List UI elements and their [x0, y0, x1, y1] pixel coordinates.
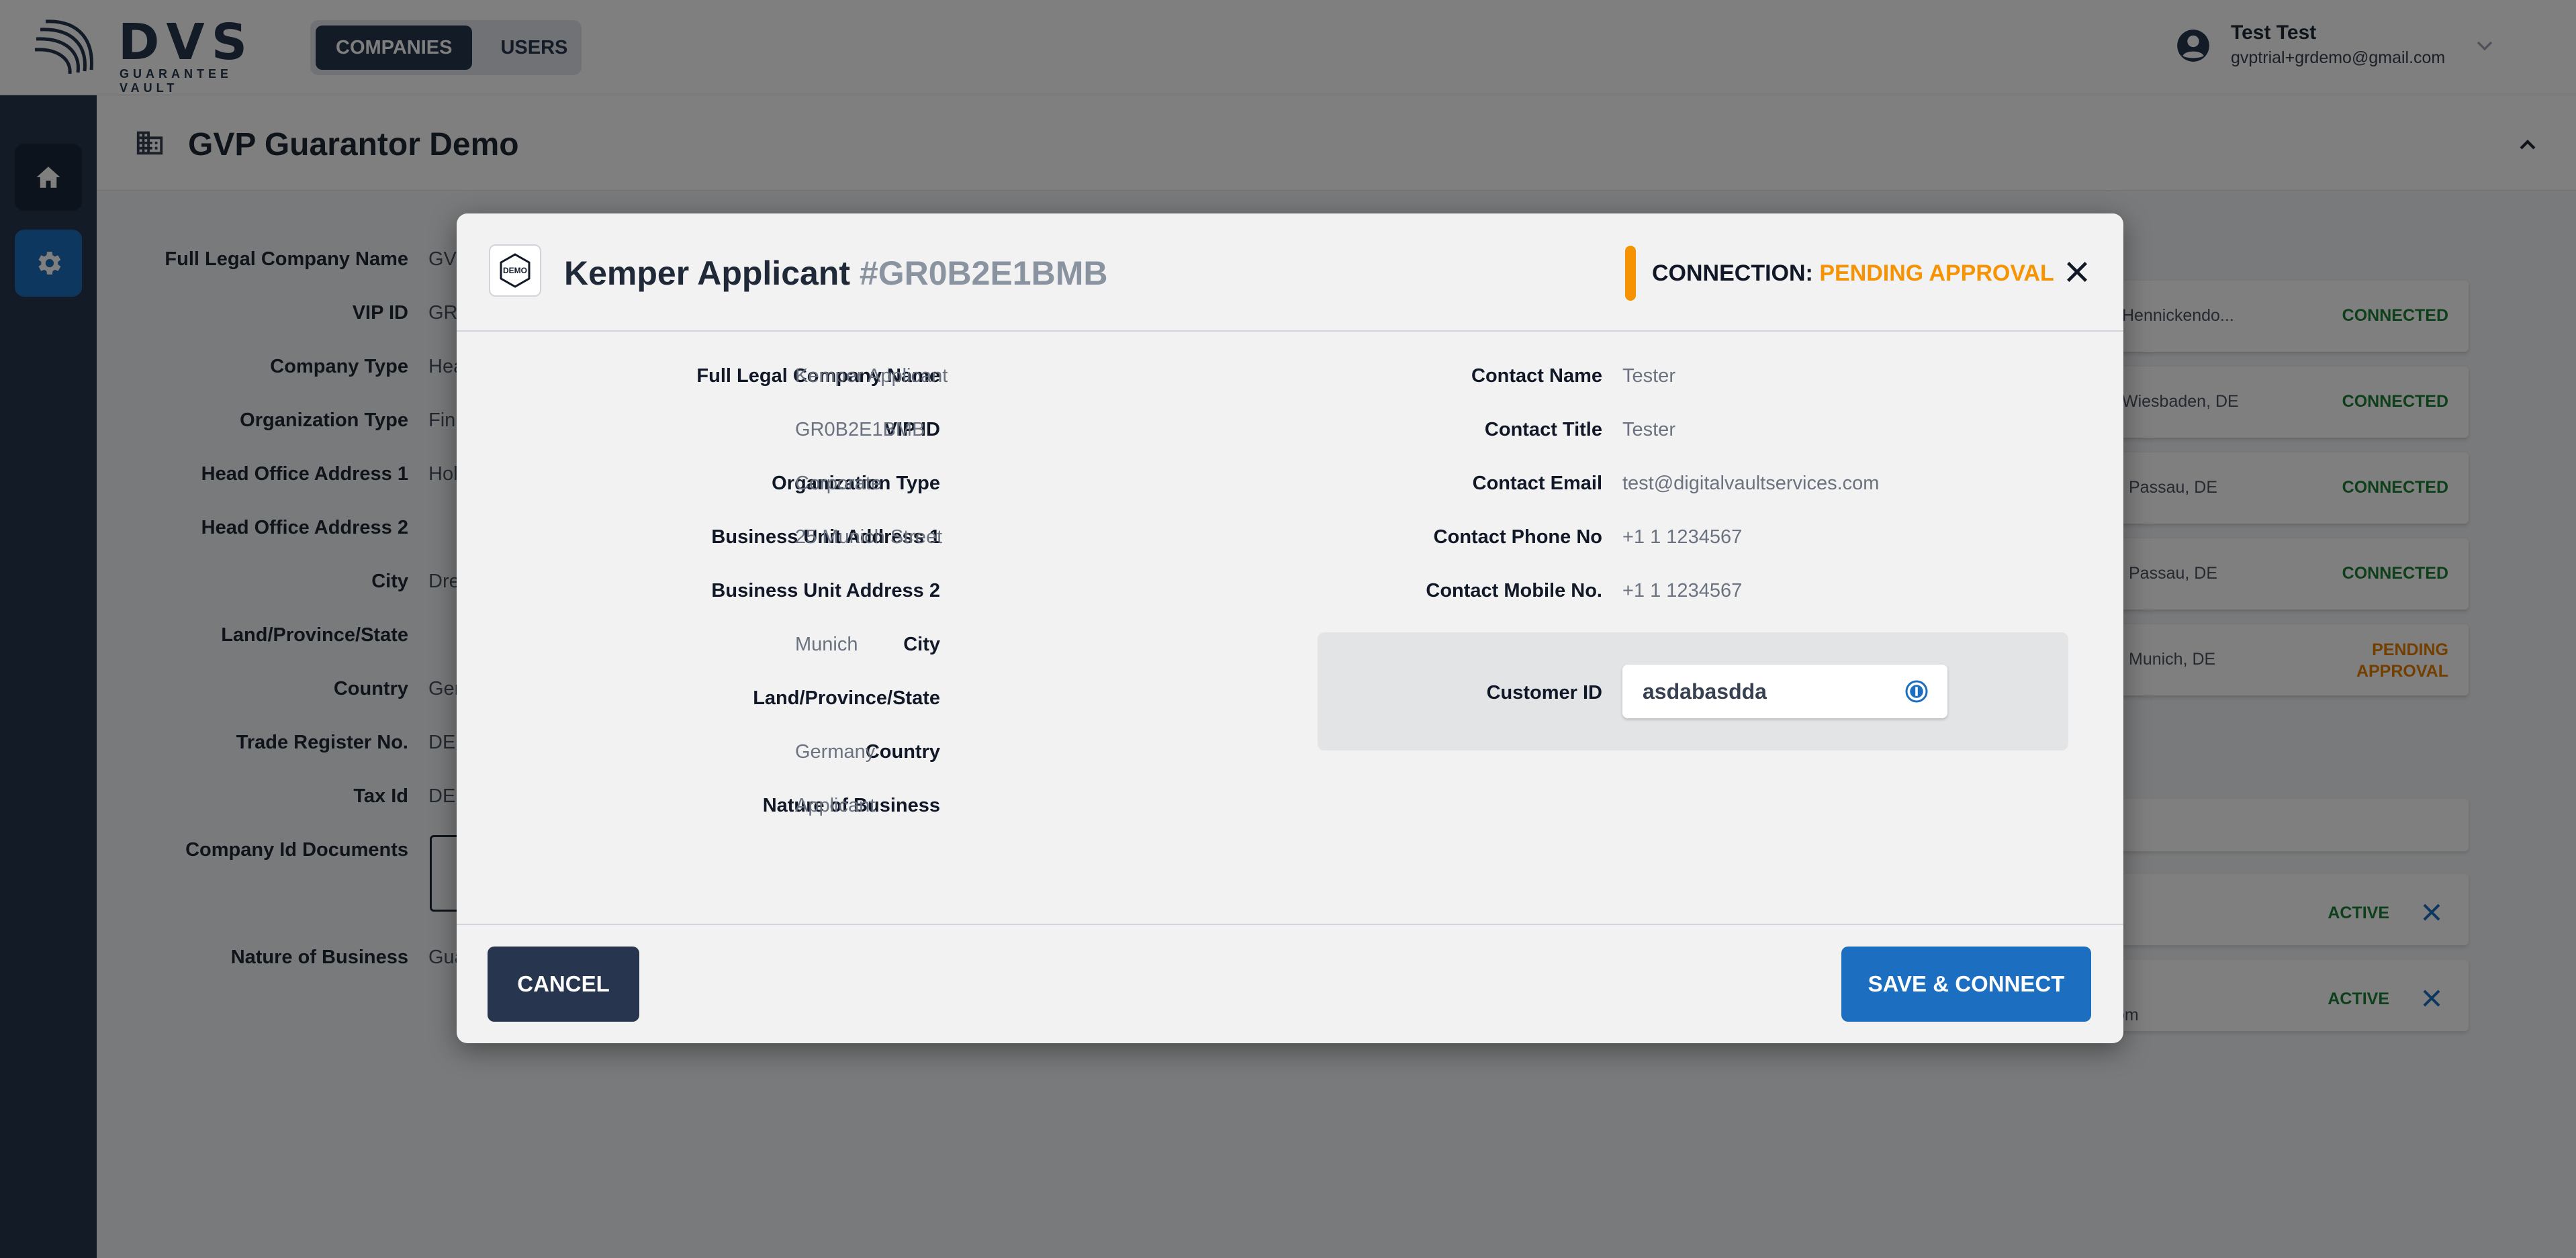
- customer-id-panel: Customer ID asdabasdda: [1318, 632, 2068, 751]
- field-value: Tester: [1622, 419, 1675, 440]
- field-label: Land/Province/State: [753, 687, 940, 709]
- demo-badge-text: DEMO: [503, 266, 527, 275]
- field-value: test@digitalvaultservices.com: [1622, 473, 1880, 494]
- field-value: +1 1 1234567: [1622, 580, 1743, 601]
- company-logo: DEMO: [489, 244, 541, 297]
- field-value: Applicant: [795, 795, 876, 816]
- modal-footer: CANCEL SAVE & CONNECT: [457, 924, 2123, 1043]
- modal-title: Kemper Applicant #GR0B2E1BMB: [564, 254, 1107, 293]
- field-label: City: [903, 634, 940, 655]
- connection-status-value: PENDING APPROVAL: [1819, 260, 2054, 286]
- field-value: Germany: [795, 741, 876, 763]
- modal-header: DEMO Kemper Applicant #GR0B2E1BMB CONNEC…: [457, 213, 2123, 332]
- field-value: Tester: [1622, 365, 1675, 387]
- field-label: Contact Mobile No.: [1426, 580, 1602, 601]
- connection-status-bar: [1625, 246, 1636, 301]
- save-and-connect-button[interactable]: SAVE & CONNECT: [1841, 947, 2091, 1022]
- modal-vip-id: #GR0B2E1BMB: [859, 254, 1108, 292]
- connect-company-modal: DEMO Kemper Applicant #GR0B2E1BMB CONNEC…: [457, 213, 2123, 1043]
- field-label: Contact Email: [1472, 473, 1602, 494]
- field-label: Contact Name: [1471, 365, 1602, 387]
- field-value: Munich: [795, 634, 858, 655]
- field-label: Contact Title: [1484, 419, 1602, 440]
- close-icon: [2067, 262, 2087, 282]
- modal-company-name: Kemper Applicant: [564, 254, 851, 292]
- field-label: Contact Phone No: [1433, 526, 1602, 548]
- connection-status-label: CONNECTION:: [1652, 260, 1813, 286]
- field-value: +1 1 1234567: [1622, 526, 1743, 548]
- cancel-button[interactable]: CANCEL: [488, 947, 639, 1022]
- password-manager-icon[interactable]: [1904, 679, 1929, 704]
- customer-id-label: Customer ID: [1486, 682, 1602, 704]
- close-button[interactable]: [2060, 255, 2094, 289]
- connection-status: CONNECTION: PENDING APPROVAL: [1652, 260, 2054, 287]
- customer-id-input[interactable]: asdabasdda: [1622, 665, 1947, 718]
